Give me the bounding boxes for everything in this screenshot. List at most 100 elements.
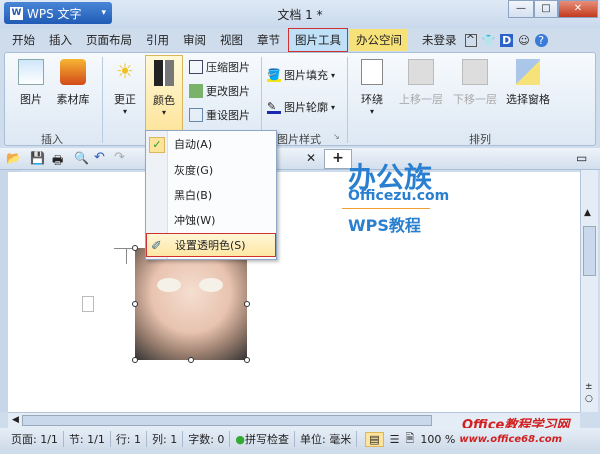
- quick-access-toolbar: 📂 💾 🖶 🔍 ↶ ↷ ✕ + ▭: [0, 148, 600, 170]
- status-unit[interactable]: 单位: 毫米: [295, 431, 358, 447]
- correct-button[interactable]: ☀ 更正 ▾: [109, 59, 141, 116]
- minimize-button[interactable]: —: [508, 0, 534, 18]
- check-icon: ✓: [149, 137, 165, 153]
- skin-icon[interactable]: 👕: [482, 34, 496, 47]
- maximize-button[interactable]: □: [534, 0, 558, 18]
- picture-fill-button[interactable]: 🪣 图片填充 ▾: [267, 67, 335, 83]
- tab-insert[interactable]: 插入: [43, 29, 78, 51]
- status-dot-icon: ●: [235, 433, 246, 446]
- wrap-button[interactable]: 环绕 ▾: [357, 59, 387, 116]
- eyedropper-icon: ✐: [151, 239, 162, 254]
- corner-watermark-url: www.office68.com: [459, 433, 563, 445]
- print-icon[interactable]: 🖶: [52, 151, 63, 172]
- group-label-arrange: 排列: [469, 133, 491, 146]
- menu-item-set-transparent-color[interactable]: ✐ 设置透明色(S): [146, 233, 276, 257]
- print-preview-icon[interactable]: 🔍: [74, 151, 89, 165]
- watermark-sub: WPS教程: [348, 216, 421, 235]
- status-row: 行: 1: [111, 431, 148, 447]
- group-label-insert: 插入: [41, 133, 63, 146]
- selection-pane-button[interactable]: 选择窗格: [503, 59, 553, 107]
- menu-item-washout[interactable]: 冲蚀(W): [146, 209, 276, 233]
- close-button[interactable]: ✕: [558, 0, 598, 18]
- tab-picture-tools[interactable]: 图片工具: [288, 28, 348, 52]
- label: 颜色: [153, 94, 175, 107]
- vertical-scrollbar[interactable]: ▲ ± ○: [580, 170, 598, 412]
- eye: [157, 278, 181, 292]
- color-icon: [154, 60, 174, 86]
- menu-item-auto[interactable]: ✓ 自动(A): [146, 133, 276, 157]
- login-link[interactable]: 未登录: [416, 29, 463, 51]
- scroll-left-icon[interactable]: ◀: [12, 415, 19, 425]
- resize-handle[interactable]: [132, 245, 138, 251]
- selected-picture[interactable]: [132, 245, 250, 363]
- open-icon[interactable]: 📂: [6, 151, 21, 165]
- bring-forward-icon: [408, 59, 434, 85]
- tab-chapter[interactable]: 章节: [251, 29, 286, 51]
- title-bar: W WPS 文字 ▾ 文档 1 * — □ ✕: [0, 0, 600, 28]
- bring-forward-button[interactable]: 上移一层: [395, 59, 447, 107]
- status-bar: 页面: 1/1 节: 1/1 行: 1 列: 1 字数: 0 ●拼写检查 单位:…: [0, 428, 600, 450]
- chevron-down-icon: ▾: [331, 70, 336, 80]
- status-section: 节: 1/1: [64, 431, 111, 447]
- undo-icon[interactable]: ↶: [94, 150, 105, 165]
- resize-handle[interactable]: [132, 301, 138, 307]
- compress-icon: [189, 60, 203, 74]
- menu-item-black-white[interactable]: 黑白(B): [146, 184, 276, 208]
- status-page[interactable]: 页面: 1/1: [6, 431, 64, 447]
- tab-office-space[interactable]: 办公空间: [350, 29, 408, 51]
- send-backward-button[interactable]: 下移一层: [449, 59, 501, 107]
- insert-picture-button[interactable]: 图片: [13, 59, 49, 107]
- reset-picture-button[interactable]: 重设图片: [189, 107, 250, 123]
- close-doc-tab-icon[interactable]: ✕: [306, 151, 316, 165]
- scroll-thumb[interactable]: [583, 226, 596, 276]
- help-icon[interactable]: ?: [534, 33, 548, 47]
- save-icon[interactable]: 💾: [30, 151, 45, 165]
- resize-handle[interactable]: [244, 301, 250, 307]
- page-view-icon[interactable]: ▤: [365, 431, 384, 447]
- resize-handle[interactable]: [244, 357, 250, 363]
- resize-handle[interactable]: [188, 357, 194, 363]
- color-button[interactable]: 颜色 ▾: [145, 55, 183, 135]
- web-view-icon[interactable]: 🗎: [406, 430, 415, 449]
- tab-references[interactable]: 引用: [140, 29, 175, 51]
- selection-pane-icon: [516, 59, 540, 85]
- zoom-level[interactable]: 100 %: [420, 433, 455, 446]
- library-button[interactable]: 素材库: [53, 59, 93, 107]
- browse-object-icon[interactable]: ○: [585, 394, 593, 404]
- tab-page-layout[interactable]: 页面布局: [80, 29, 138, 51]
- resize-handle[interactable]: [132, 357, 138, 363]
- menu-item-grayscale[interactable]: 灰度(G): [146, 159, 276, 183]
- status-words[interactable]: 字数: 0: [183, 431, 231, 447]
- document-page[interactable]: 办公族 Officezu.com WPS教程: [8, 161, 580, 412]
- outline-view-icon[interactable]: ☰: [390, 433, 400, 446]
- restore-window-icon[interactable]: ▭: [576, 151, 587, 165]
- picture-icon: [18, 59, 44, 85]
- color-dropdown-menu: ✓ 自动(A) 灰度(G) 黑白(B) 冲蚀(W) ✐ 设置透明色(S): [145, 130, 277, 260]
- prev-page-icon[interactable]: ±: [585, 382, 593, 392]
- pen-outline-icon: ✎: [267, 100, 281, 114]
- label: 选择窗格: [506, 93, 550, 106]
- label: 上移一层: [399, 93, 443, 106]
- picture-outline-button[interactable]: ✎ 图片轮廓 ▾: [267, 99, 335, 115]
- tab-view[interactable]: 视图: [214, 29, 249, 51]
- spell-check-button[interactable]: ●拼写检查: [230, 431, 296, 447]
- tab-home[interactable]: 开始: [6, 29, 41, 51]
- redo-icon[interactable]: ↷: [114, 150, 125, 165]
- margin-mark: [114, 248, 132, 249]
- wrap-icon: [361, 59, 383, 85]
- dialog-launcher-icon[interactable]: ↘: [333, 132, 340, 141]
- tab-review[interactable]: 审阅: [177, 29, 212, 51]
- label: 更改图片: [206, 85, 250, 98]
- d-icon[interactable]: D: [500, 33, 514, 47]
- chevron-down-icon: ▾: [331, 102, 336, 112]
- label: 环绕: [361, 93, 383, 106]
- label: 下移一层: [453, 93, 497, 106]
- compress-picture-button[interactable]: 压缩图片: [189, 59, 250, 75]
- scroll-up-icon[interactable]: ▲: [584, 208, 591, 218]
- collapse-ribbon-icon[interactable]: ^: [464, 33, 477, 47]
- scroll-thumb[interactable]: [22, 415, 432, 426]
- change-picture-button[interactable]: 更改图片: [189, 83, 250, 99]
- user-icon[interactable]: ☺: [518, 34, 529, 47]
- eye: [199, 278, 223, 292]
- change-picture-icon: [189, 84, 203, 98]
